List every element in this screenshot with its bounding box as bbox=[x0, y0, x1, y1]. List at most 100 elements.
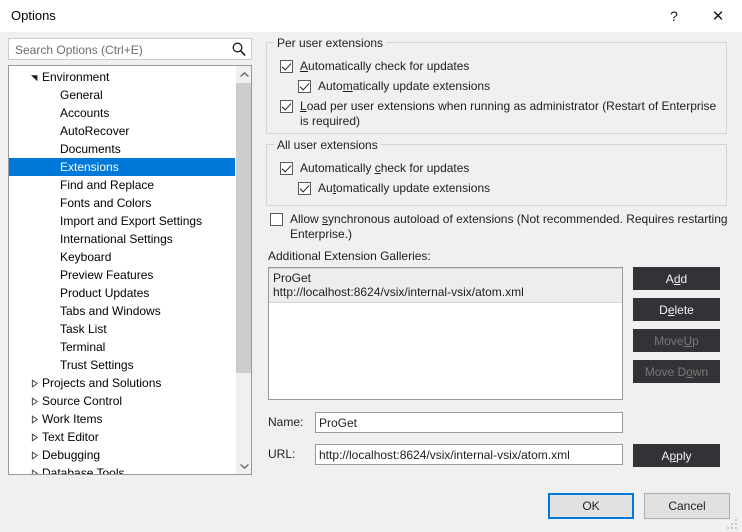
search-magnifier-icon bbox=[231, 41, 247, 57]
sidebar-item-find-and-replace[interactable]: Find and Replace bbox=[9, 176, 235, 194]
list-item[interactable]: ProGet http://localhost:8624/vsix/intern… bbox=[269, 268, 622, 303]
name-label: Name: bbox=[268, 415, 304, 429]
gallery-list[interactable]: ProGet http://localhost:8624/vsix/intern… bbox=[268, 267, 623, 400]
tree-item-label: International Settings bbox=[60, 232, 173, 246]
tree-item-label: Environment bbox=[42, 70, 110, 84]
sidebar-item-preview-features[interactable]: Preview Features bbox=[9, 266, 235, 284]
all-user-group-legend: All user extensions bbox=[274, 138, 381, 152]
allow-synchronous-autoload-label: Allow synchronous autoload of extensions… bbox=[290, 212, 728, 241]
url-input[interactable] bbox=[315, 444, 623, 465]
sidebar-item-database-tools[interactable]: Database Tools bbox=[9, 464, 235, 475]
sidebar-item-work-items[interactable]: Work Items bbox=[9, 410, 235, 428]
tree-scrollbar[interactable] bbox=[235, 66, 251, 474]
tree-item-label: Work Items bbox=[42, 412, 103, 426]
gallery-item-url: http://localhost:8624/vsix/internal-vsix… bbox=[273, 285, 524, 299]
name-input[interactable] bbox=[315, 412, 623, 433]
allow-synchronous-autoload-row[interactable]: Allow synchronous autoload of extensions… bbox=[270, 212, 728, 242]
tree-item-label: General bbox=[60, 88, 103, 102]
per-user-auto-update-extensions-checkbox[interactable] bbox=[298, 80, 311, 93]
add-gallery-button[interactable]: Add bbox=[633, 267, 720, 290]
move-down-button[interactable]: Move Do wn bbox=[633, 360, 720, 383]
sidebar-item-documents[interactable]: Documents bbox=[9, 140, 235, 158]
tree-item-label: Tabs and Windows bbox=[60, 304, 161, 318]
help-icon[interactable]: ? bbox=[653, 0, 695, 32]
tree-item-label: Database Tools bbox=[42, 466, 125, 475]
search-input[interactable] bbox=[13, 39, 227, 61]
sidebar-item-fonts-and-colors[interactable]: Fonts and Colors bbox=[9, 194, 235, 212]
close-icon[interactable]: ✕ bbox=[697, 0, 739, 32]
gallery-item-name: ProGet bbox=[273, 271, 312, 285]
title-bar: Options ? ✕ bbox=[0, 0, 742, 32]
tree-item-label: Preview Features bbox=[60, 268, 154, 282]
sidebar-item-keyboard[interactable]: Keyboard bbox=[9, 248, 235, 266]
grip-dot bbox=[735, 519, 737, 521]
sidebar-item-import-and-export-settings[interactable]: Import and Export Settings bbox=[9, 212, 235, 230]
per-user-auto-update-extensions-row[interactable]: Automatically update extensions bbox=[298, 79, 718, 94]
chevron-down-icon[interactable] bbox=[236, 457, 251, 474]
sidebar-item-extensions[interactable]: Extensions bbox=[9, 158, 235, 176]
move-up-button[interactable]: Move Up bbox=[633, 329, 720, 352]
tree-item-label: Extensions bbox=[60, 160, 119, 174]
cancel-button[interactable]: Cancel bbox=[644, 493, 730, 519]
sidebar-item-environment[interactable]: Environment bbox=[9, 68, 235, 86]
grip-dot bbox=[735, 523, 737, 525]
per-user-auto-check-updates-label: Automatically check for updates bbox=[300, 59, 470, 73]
sidebar-item-source-control[interactable]: Source Control bbox=[9, 392, 235, 410]
resize-grip[interactable] bbox=[727, 517, 739, 529]
ok-button[interactable]: OK bbox=[548, 493, 634, 519]
sidebar-item-accounts[interactable]: Accounts bbox=[9, 104, 235, 122]
grip-dot bbox=[731, 527, 733, 529]
search-box[interactable] bbox=[8, 38, 252, 61]
sidebar-item-debugging[interactable]: Debugging bbox=[9, 446, 235, 464]
per-user-auto-check-updates-checkbox[interactable] bbox=[280, 60, 293, 73]
tree-item-label: Text Editor bbox=[42, 430, 99, 444]
tree-item-label: Keyboard bbox=[60, 250, 112, 264]
tree-item-label: Accounts bbox=[60, 106, 110, 120]
sidebar-item-autorecover[interactable]: AutoRecover bbox=[9, 122, 235, 140]
additional-galleries-label: Additional Extension Galleries: bbox=[268, 249, 431, 263]
per-user-load-as-admin-row[interactable]: Load per user extensions when running as… bbox=[280, 99, 720, 129]
sidebar-item-task-list[interactable]: Task List bbox=[9, 320, 235, 338]
options-tree[interactable]: Environment General Accounts AutoRecover Doc… bbox=[8, 65, 252, 475]
scrollbar-thumb[interactable] bbox=[236, 83, 251, 373]
all-user-auto-check-updates-checkbox[interactable] bbox=[280, 162, 293, 175]
per-user-load-as-admin-checkbox[interactable] bbox=[280, 100, 293, 113]
tree-item-label: Documents bbox=[60, 142, 121, 156]
sidebar-item-product-updates[interactable]: Product Updates bbox=[9, 284, 235, 302]
tree-item-label: AutoRecover bbox=[60, 124, 130, 138]
delete-gallery-button[interactable]: De lete bbox=[633, 298, 720, 321]
tree-item-label: Product Updates bbox=[60, 286, 150, 300]
per-user-load-as-admin-label: Load per user extensions when running as… bbox=[300, 99, 717, 128]
sidebar-item-tabs-and-windows[interactable]: Tabs and Windows bbox=[9, 302, 235, 320]
per-user-auto-update-extensions-label: Automatically update extensions bbox=[318, 79, 491, 93]
sidebar-item-terminal[interactable]: Terminal bbox=[9, 338, 235, 356]
apply-gallery-button[interactable]: Ap ply bbox=[633, 444, 720, 467]
extensions-settings-panel: Per user extensions Automatically check … bbox=[266, 36, 736, 476]
tree-item-label: Source Control bbox=[42, 394, 123, 408]
tree-item-label: Terminal bbox=[60, 340, 106, 354]
all-user-auto-update-extensions-label: Automatically update extensions bbox=[318, 181, 491, 195]
tree-item-label: Trust Settings bbox=[60, 358, 134, 372]
per-user-group-legend: Per user extensions bbox=[274, 36, 387, 50]
sidebar-item-trust-settings[interactable]: Trust Settings bbox=[9, 356, 235, 374]
allow-synchronous-autoload-checkbox[interactable] bbox=[270, 213, 283, 226]
sidebar-item-projects-and-solutions[interactable]: Projects and Solutions bbox=[9, 374, 235, 392]
sidebar-item-international-settings[interactable]: International Settings bbox=[9, 230, 235, 248]
tree-item-label: Projects and Solutions bbox=[42, 376, 162, 390]
sidebar-item-general[interactable]: General bbox=[9, 86, 235, 104]
tree-item-container: Environment General Accounts AutoRecover Doc… bbox=[9, 68, 235, 475]
grip-dot bbox=[735, 527, 737, 529]
url-label: URL: bbox=[268, 447, 296, 461]
sidebar-item-text-editor[interactable]: Text Editor bbox=[9, 428, 235, 446]
chevron-up-icon[interactable] bbox=[236, 66, 251, 83]
grip-dot bbox=[731, 523, 733, 525]
all-user-auto-update-extensions-checkbox[interactable] bbox=[298, 182, 311, 195]
per-user-auto-check-updates-row[interactable]: Automatically check for updates bbox=[280, 59, 720, 74]
tree-item-label: Task List bbox=[60, 322, 107, 336]
grip-dot bbox=[727, 527, 729, 529]
window-title: Options bbox=[11, 8, 56, 23]
tree-item-label: Fonts and Colors bbox=[60, 196, 152, 210]
all-user-auto-check-updates-label: Automatically check for updates bbox=[300, 161, 470, 175]
all-user-auto-check-updates-row[interactable]: Automatically check for updates bbox=[280, 161, 720, 176]
all-user-auto-update-extensions-row[interactable]: Automatically update extensions bbox=[298, 181, 718, 196]
